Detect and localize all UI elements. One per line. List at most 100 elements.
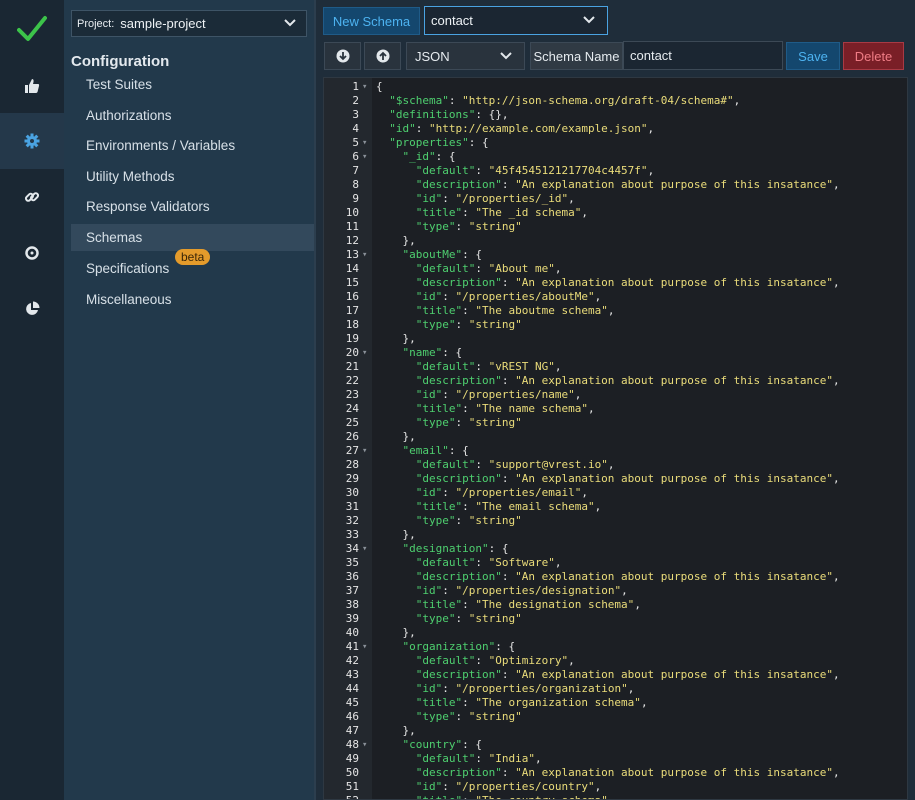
fold-toggle-icon[interactable]: ▾ <box>362 640 367 654</box>
code-line[interactable]: 13 ▾ "aboutMe": { <box>324 248 907 262</box>
json-punctuation: }, <box>402 626 416 639</box>
code-line[interactable]: 11 "type": "string" <box>324 220 907 234</box>
code-line[interactable]: 47 }, <box>324 724 907 738</box>
code-line[interactable]: 24 "title": "The name schema", <box>324 402 907 416</box>
fold-toggle-icon[interactable]: ▾ <box>362 542 367 556</box>
life-ring-icon[interactable] <box>0 225 64 281</box>
fold-toggle-icon[interactable]: ▾ <box>362 136 367 150</box>
code-line[interactable]: 38 "title": "The designation schema", <box>324 598 907 612</box>
code-line[interactable]: 27 ▾ "email": { <box>324 444 907 458</box>
json-punctuation: , <box>634 598 641 611</box>
code-line[interactable]: 6 ▾ "_id": { <box>324 150 907 164</box>
gear-icon[interactable] <box>0 113 64 169</box>
code-line[interactable]: 28 "default": "support@vrest.io", <box>324 458 907 472</box>
sidebar-item-environments[interactable]: Environments / Variables <box>71 132 314 159</box>
code-line[interactable]: 29 "description": "An explanation about … <box>324 472 907 486</box>
fold-toggle-icon[interactable]: ▾ <box>362 80 367 94</box>
json-key: "default" <box>415 752 476 765</box>
panel-divider[interactable] <box>314 0 316 800</box>
code-text: "type": "string" <box>376 514 522 528</box>
code-line[interactable]: 25 "type": "string" <box>324 416 907 430</box>
sidebar-item-authorizations[interactable]: Authorizations <box>71 102 314 129</box>
code-line[interactable]: 9 "id": "/properties/_id", <box>324 192 907 206</box>
code-text: "name": { <box>376 346 463 360</box>
upload-button[interactable] <box>364 42 401 70</box>
code-line[interactable]: 45 "title": "The organization schema", <box>324 696 907 710</box>
code-line[interactable]: 22 "description": "An explanation about … <box>324 374 907 388</box>
project-select[interactable]: Project: sample-project <box>71 10 307 37</box>
link-icon[interactable] <box>0 169 64 225</box>
code-line[interactable]: 40 }, <box>324 626 907 640</box>
code-line[interactable]: 10 "title": "The _id schema", <box>324 206 907 220</box>
code-line[interactable]: 37 "id": "/properties/designation", <box>324 584 907 598</box>
format-select[interactable]: JSON <box>406 42 525 70</box>
schema-select[interactable]: contact <box>424 6 608 35</box>
code-line[interactable]: 14 "default": "About me", <box>324 262 907 276</box>
sidebar-item-specifications[interactable]: Specifications beta <box>71 249 314 282</box>
json-string: "An explanation about purpose of this in… <box>515 276 833 289</box>
code-line[interactable]: 46 "type": "string" <box>324 710 907 724</box>
code-line[interactable]: 16 "id": "/properties/aboutMe", <box>324 290 907 304</box>
code-line[interactable]: 42 "default": "Optimizory", <box>324 654 907 668</box>
code-line[interactable]: 36 "description": "An explanation about … <box>324 570 907 584</box>
checkmark-logo-icon[interactable] <box>0 0 64 58</box>
delete-button[interactable]: Delete <box>843 42 904 70</box>
thumbs-up-icon[interactable] <box>0 58 64 114</box>
code-line[interactable]: 15 "description": "An explanation about … <box>324 276 907 290</box>
line-number: 31 <box>345 500 359 513</box>
code-line[interactable]: 3 "definitions": {}, <box>324 108 907 122</box>
code-line[interactable]: 49 "default": "India", <box>324 752 907 766</box>
code-line[interactable]: 4 "id": "http://example.com/example.json… <box>324 122 907 136</box>
sidebar-item-utility-methods[interactable]: Utility Methods <box>71 163 314 190</box>
code-line[interactable]: 44 "id": "/properties/organization", <box>324 682 907 696</box>
json-punctuation: : <box>462 206 476 219</box>
code-line[interactable]: 23 "id": "/properties/name", <box>324 388 907 402</box>
new-schema-button[interactable]: New Schema <box>323 7 420 35</box>
code-line[interactable]: 31 "title": "The email schema", <box>324 500 907 514</box>
code-text: "description": "An explanation about pur… <box>376 178 840 192</box>
fold-toggle-icon[interactable]: ▾ <box>362 444 367 458</box>
code-line[interactable]: 19 }, <box>324 332 907 346</box>
code-line[interactable]: 35 "default": "Software", <box>324 556 907 570</box>
code-line[interactable]: 1 ▾ { <box>324 80 907 94</box>
fold-toggle-icon[interactable]: ▾ <box>362 248 367 262</box>
code-line[interactable]: 48 ▾ "country": { <box>324 738 907 752</box>
sidebar-item-test-suites[interactable]: Test Suites <box>71 71 314 98</box>
code-line[interactable]: 2 "$schema": "http://json-schema.org/dra… <box>324 94 907 108</box>
code-line[interactable]: 20 ▾ "name": { <box>324 346 907 360</box>
code-line[interactable]: 52 "title": "The country schema", <box>324 794 907 799</box>
code-line[interactable]: 33 }, <box>324 528 907 542</box>
json-punctuation: : <box>455 710 469 723</box>
code-line[interactable]: 18 "type": "string" <box>324 318 907 332</box>
json-key: "$schema" <box>389 94 449 107</box>
code-editor[interactable]: 1 ▾{2 "$schema": "http://json-schema.org/… <box>323 77 908 800</box>
code-line[interactable]: 30 "id": "/properties/email", <box>324 486 907 500</box>
save-button[interactable]: Save <box>786 42 840 70</box>
code-line[interactable]: 8 "description": "An explanation about p… <box>324 178 907 192</box>
code-line[interactable]: 32 "type": "string" <box>324 514 907 528</box>
schema-name-input[interactable]: contact <box>623 41 783 70</box>
code-line[interactable]: 26 }, <box>324 430 907 444</box>
fold-toggle-icon[interactable]: ▾ <box>362 346 367 360</box>
pie-chart-icon[interactable] <box>0 281 64 337</box>
sidebar-item-response-validators[interactable]: Response Validators <box>71 193 314 220</box>
code-line[interactable]: 50 "description": "An explanation about … <box>324 766 907 780</box>
fold-toggle-icon[interactable]: ▾ <box>362 150 367 164</box>
code-line[interactable]: 43 "description": "An explanation about … <box>324 668 907 682</box>
code-line[interactable]: 51 "id": "/properties/country", <box>324 780 907 794</box>
code-line[interactable]: 21 "default": "vREST NG", <box>324 360 907 374</box>
json-punctuation: : { <box>462 738 482 751</box>
code-line[interactable]: 41 ▾ "organization": { <box>324 640 907 654</box>
download-button[interactable] <box>324 42 361 70</box>
json-string: "The aboutme schema" <box>475 304 608 317</box>
json-key: "description" <box>415 374 502 387</box>
code-line[interactable]: 5 ▾ "properties": { <box>324 136 907 150</box>
code-line[interactable]: 39 "type": "string" <box>324 612 907 626</box>
code-line[interactable]: 17 "title": "The aboutme schema", <box>324 304 907 318</box>
code-line[interactable]: 12 }, <box>324 234 907 248</box>
code-line[interactable]: 34 ▾ "designation": { <box>324 542 907 556</box>
fold-toggle-icon[interactable]: ▾ <box>362 738 367 752</box>
sidebar-item-miscellaneous[interactable]: Miscellaneous <box>71 286 314 313</box>
sidebar-item-schemas[interactable]: Schemas <box>71 224 314 251</box>
code-line[interactable]: 7 "default": "45f4545121217704c4457f", <box>324 164 907 178</box>
